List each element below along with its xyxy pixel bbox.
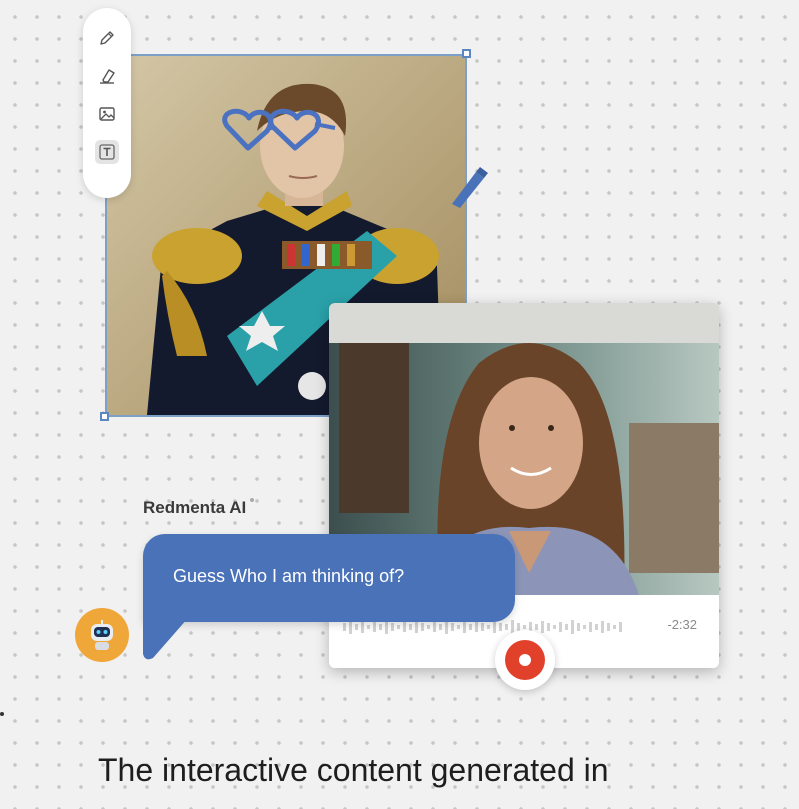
- image-tool-button[interactable]: [95, 102, 119, 126]
- chat-bubble: Guess Who I am thinking of?: [143, 534, 515, 622]
- resize-handle-bottom-left[interactable]: [100, 412, 109, 421]
- text-icon: [99, 144, 115, 160]
- text-tool-button[interactable]: [95, 140, 119, 164]
- robot-avatar-icon: [91, 620, 113, 650]
- pencil-icon: [100, 31, 114, 45]
- assistant-name: Redmenta AI: [143, 498, 255, 518]
- eraser-tool-button[interactable]: [95, 64, 119, 88]
- caption-text: The interactive content generated in: [98, 752, 609, 788]
- assistant-avatar[interactable]: [75, 608, 129, 662]
- status-dot-icon: [250, 498, 255, 502]
- record-button[interactable]: [495, 630, 555, 690]
- record-icon: [505, 640, 545, 680]
- resize-handle-top-right[interactable]: [462, 49, 471, 58]
- image-icon: [99, 107, 115, 121]
- chat-bubble-tail: [143, 610, 195, 660]
- chat-message: Guess Who I am thinking of?: [173, 566, 405, 586]
- drawing-toolbar: [83, 8, 131, 198]
- pen-cursor-icon: [452, 167, 488, 208]
- edge-dot: [0, 712, 4, 716]
- playback-time: -2:32: [667, 617, 697, 632]
- assistant-name-label: Redmenta AI: [143, 498, 247, 517]
- eraser-icon: [100, 69, 115, 84]
- pencil-tool-button[interactable]: [95, 26, 119, 50]
